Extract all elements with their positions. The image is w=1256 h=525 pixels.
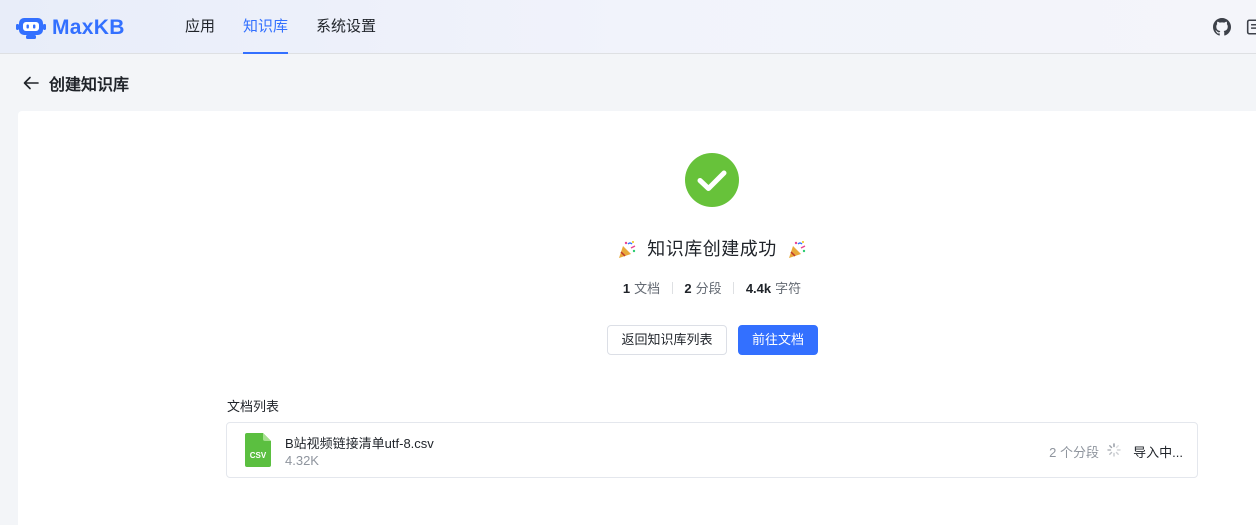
page-header: 创建知识库 [22,70,129,96]
back-to-list-button[interactable]: 返回知识库列表 [607,325,727,355]
nav-item-knowledge[interactable]: 知识库 [243,0,289,54]
import-status: 导入中... [1133,445,1183,460]
doc-count-label: 文档 [634,281,661,296]
party-popper-icon [619,241,636,259]
success-message: 知识库创建成功 [18,235,1256,261]
top-header: MaxKB 应用 知识库 系统设置 [0,0,1256,54]
app-logo[interactable]: MaxKB [16,14,125,42]
robot-logo-icon [16,18,46,39]
page-title: 创建知识库 [49,77,130,94]
list-item[interactable]: CSV B站视频链接清单utf-8.csv 4.32K 2 个分段 导入中... [226,422,1198,478]
segment-count-text: 2 个分段 [1049,445,1099,460]
nav-item-apps[interactable]: 应用 [185,0,215,54]
stat-divider [733,282,735,294]
stat-divider [671,282,673,294]
back-arrow-icon[interactable] [22,74,40,92]
char-count-label: 字符 [775,281,802,296]
file-name: B站视频链接清单utf-8.csv [285,436,434,451]
file-size: 4.32K [285,453,319,468]
csv-file-icon: CSV [245,433,271,467]
loading-icon [1107,443,1121,457]
success-check-icon [685,153,739,207]
kb-stats: 1 文档 2 分段 4.4k 字符 [18,278,1256,297]
main-nav: 应用 知识库 系统设置 [185,0,404,54]
nav-item-settings[interactable]: 系统设置 [316,0,376,54]
go-to-documents-button[interactable]: 前往文档 [738,325,818,355]
app-name: MaxKB [52,16,125,39]
github-icon[interactable] [1213,18,1231,36]
doc-count: 1 [622,281,631,296]
result-card: 知识库创建成功 1 文档 2 分段 4.4k 字符 返回知识库列表 前往文档 文档列表… [18,111,1256,525]
doc-list-label: 文档列表 [227,399,280,414]
success-title: 知识库创建成功 [647,239,777,259]
segment-count-label: 分段 [695,281,722,296]
document-icon[interactable] [1246,18,1256,36]
segment-count: 2 [684,281,692,296]
file-type-label: CSV [250,451,267,460]
party-popper-icon [788,241,806,259]
char-count: 4.4k [745,281,772,296]
